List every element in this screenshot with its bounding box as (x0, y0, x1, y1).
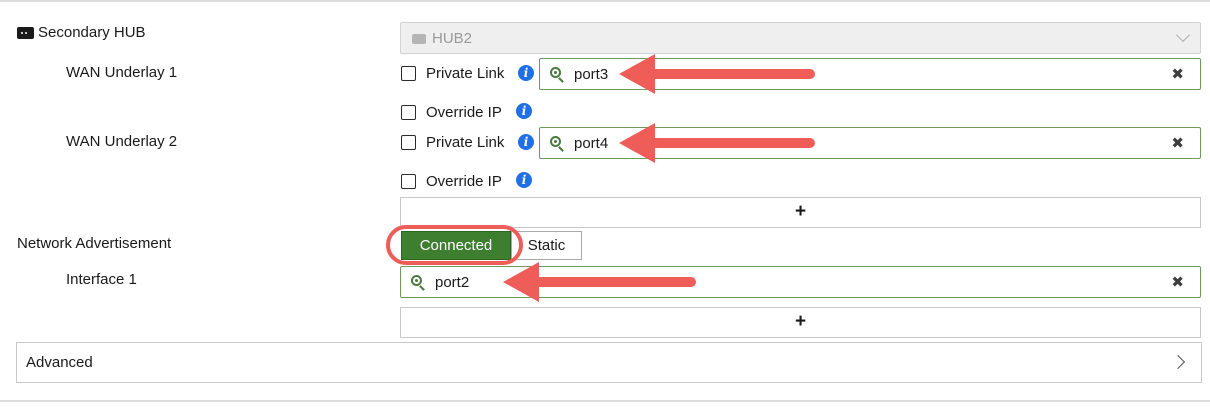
search-icon (550, 136, 564, 152)
chevron-right-icon (1170, 354, 1186, 370)
annotation-arrow (503, 262, 696, 302)
bottom-divider (0, 400, 1210, 402)
secondary-hub-label: Secondary HUB (38, 24, 146, 41)
wan-underlay-1-interface-value: port3 (574, 66, 609, 83)
private-link-1-checkbox[interactable] (401, 66, 416, 81)
wan-underlay-2-label: WAN Underlay 2 (66, 133, 178, 150)
hub-icon (17, 27, 34, 39)
info-icon[interactable]: i (518, 134, 534, 150)
add-wan-underlay-button[interactable]: + (400, 197, 1201, 228)
override-ip-1-checkbox[interactable] (401, 105, 416, 120)
search-icon (411, 275, 425, 291)
add-interface-button[interactable]: + (400, 307, 1201, 338)
highlight-circle (386, 225, 523, 265)
advanced-label: Advanced (26, 354, 93, 371)
override-ip-2-label: Override IP (426, 173, 502, 190)
plus-icon: + (794, 201, 807, 222)
clear-icon[interactable]: ✖ (1171, 134, 1184, 152)
override-ip-1-label: Override IP (426, 104, 502, 121)
override-ip-2-checkbox[interactable] (401, 174, 416, 189)
interface-1-label: Interface 1 (66, 271, 137, 288)
annotation-arrow (619, 123, 815, 163)
hub-chip-icon (412, 34, 426, 44)
private-link-1-label: Private Link (426, 65, 505, 82)
advanced-section-toggle[interactable]: Advanced (16, 342, 1202, 383)
info-icon[interactable]: i (516, 172, 532, 188)
secondary-hub-value: HUB2 (432, 30, 473, 47)
secondary-hub-select[interactable]: HUB2 (400, 22, 1201, 54)
annotation-arrow (619, 54, 815, 94)
wan-underlay-2-interface-value: port4 (574, 135, 609, 152)
info-icon[interactable]: i (516, 103, 532, 119)
network-advertisement-label: Network Advertisement (17, 235, 172, 252)
clear-icon[interactable]: ✖ (1171, 65, 1184, 83)
interface-1-value: port2 (435, 274, 470, 291)
private-link-2-label: Private Link (426, 134, 505, 151)
plus-icon: + (794, 311, 807, 332)
info-icon[interactable]: i (518, 65, 534, 81)
top-divider (0, 0, 1210, 2)
private-link-2-checkbox[interactable] (401, 135, 416, 150)
search-icon (550, 67, 564, 83)
chevron-down-icon (1175, 27, 1191, 43)
clear-icon[interactable]: ✖ (1171, 273, 1184, 291)
wan-underlay-1-label: WAN Underlay 1 (66, 64, 178, 81)
